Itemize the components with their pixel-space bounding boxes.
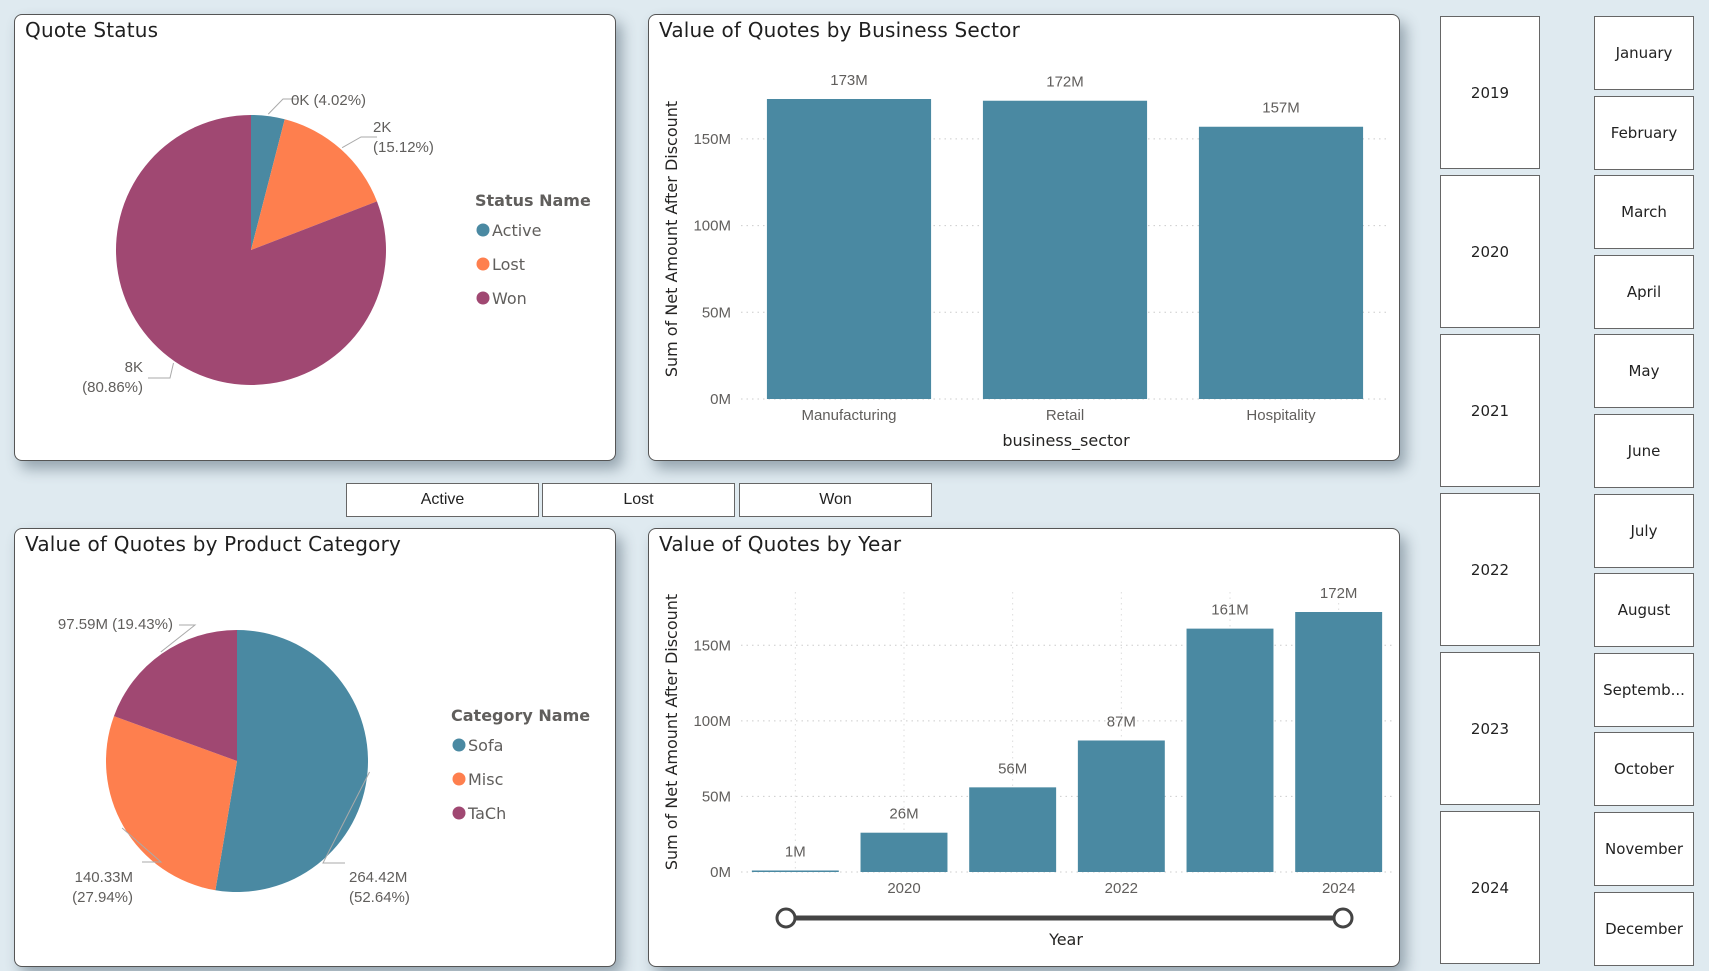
quote-status-card: Quote Status 0K (4.02%) 2K (15.12%) 8K (80.8… xyxy=(14,14,616,461)
y-tick-label: 50M xyxy=(702,304,731,321)
data-label: 1M xyxy=(785,843,806,860)
leader-line-won xyxy=(148,362,174,379)
legend-marker-sofa xyxy=(452,738,466,752)
legend-item-tach: TaCh xyxy=(467,804,506,823)
year-slicer-item-2021[interactable]: 2021 xyxy=(1440,334,1540,487)
y-tick-label: 50M xyxy=(702,788,731,805)
bar-2024 xyxy=(1295,612,1383,872)
x-tick-label: Retail xyxy=(1046,407,1084,424)
legend-item-sofa: Sofa xyxy=(468,736,503,755)
x-axis-title: business_sector xyxy=(1002,431,1130,451)
month-slicer-item-october[interactable]: October xyxy=(1594,732,1694,807)
legend-title: Status Name xyxy=(475,191,591,210)
month-slicer-item-august[interactable]: August xyxy=(1594,573,1694,648)
month-slicer-item-december[interactable]: December xyxy=(1594,891,1694,966)
month-slicer-item-november[interactable]: November xyxy=(1594,812,1694,886)
bar-2020 xyxy=(860,832,948,872)
legend-item-won: Won xyxy=(492,289,527,308)
data-label: 87M xyxy=(1107,713,1136,730)
y-tick-label: 0M xyxy=(710,391,731,408)
bar-2022 xyxy=(1077,740,1165,872)
month-slicer-item-septemb[interactable]: Septemb... xyxy=(1594,652,1694,727)
legend-item-lost: Lost xyxy=(492,255,525,274)
data-label: 172M xyxy=(1046,74,1084,91)
data-label: 157M xyxy=(1262,100,1300,117)
bar-2019 xyxy=(751,870,839,872)
leader-line-lost xyxy=(341,136,377,149)
data-label-lost: 2K (15.12%) xyxy=(373,119,434,156)
y-tick-label: 0M xyxy=(710,864,731,881)
y-axis-title: Sum of Net Amount After Discount xyxy=(662,101,681,377)
legend-marker-won xyxy=(476,291,490,305)
data-label: 26M xyxy=(889,806,918,823)
x-tick-label: 2020 xyxy=(887,880,920,897)
status-button-lost[interactable]: Lost xyxy=(542,483,735,517)
year-slicer-item-2020[interactable]: 2020 xyxy=(1440,175,1540,328)
quotes-by-year-bar-chart: 0M 50M 100M 150M 1M 26M 2020 56M 87M 2022 161M 172M… xyxy=(662,585,1393,949)
bar-2021 xyxy=(969,787,1057,872)
bar-2023 xyxy=(1186,628,1274,872)
data-label-misc: 140.33M (27.94%) xyxy=(72,869,133,906)
product-category-card: Value of Quotes by Product Category 264.… xyxy=(14,528,616,967)
data-label: 173M xyxy=(830,72,868,89)
status-button-active[interactable]: Active xyxy=(346,483,539,517)
year-slicer-item-2023[interactable]: 2023 xyxy=(1440,652,1540,805)
month-slicer-item-april[interactable]: April xyxy=(1594,254,1694,329)
month-slicer-item-may[interactable]: May xyxy=(1594,334,1694,409)
legend-marker-tach xyxy=(452,806,466,820)
legend-item-active: Active xyxy=(492,221,542,240)
year-slicer-item-2024[interactable]: 2024 xyxy=(1440,811,1540,964)
data-label-sofa: 264.42M (52.64%) xyxy=(349,869,410,906)
data-label: 172M xyxy=(1320,585,1358,602)
bar-hospitality xyxy=(1198,126,1364,399)
x-tick-label: Manufacturing xyxy=(801,407,896,424)
legend-title: Category Name xyxy=(451,706,590,725)
y-tick-label: 150M xyxy=(693,131,731,148)
product-category-pie-chart: 264.42M (52.64%) 140.33M (27.94%) 97.59M (19… xyxy=(58,616,590,906)
y-tick-label: 150M xyxy=(693,637,731,654)
business-sector-bar-chart: 0M 50M 100M 150M 173M Manufacturing 172M Retail… xyxy=(662,72,1389,451)
x-axis-title: Year xyxy=(1048,930,1083,949)
y-axis-title: Sum of Net Amount After Discount xyxy=(662,594,681,870)
bar-retail xyxy=(982,100,1148,399)
y-tick-label: 100M xyxy=(693,218,731,235)
legend-marker-lost xyxy=(476,257,490,271)
month-slicer-item-march[interactable]: March xyxy=(1594,175,1694,250)
legend-marker-misc xyxy=(452,772,466,786)
month-slicer-item-january[interactable]: January xyxy=(1594,16,1694,90)
data-label-tach: 97.59M (19.43%) xyxy=(58,616,173,633)
x-tick-label: 2022 xyxy=(1105,880,1138,897)
legend-marker-active xyxy=(476,223,490,237)
data-label-won: 8K (80.86%) xyxy=(82,359,143,396)
x-tick-label: Hospitality xyxy=(1246,407,1316,424)
month-slicer-item-june[interactable]: June xyxy=(1594,414,1694,488)
pie-slice-sofa xyxy=(215,630,369,892)
business-sector-card: Value of Quotes by Business Sector 0M 50M… xyxy=(648,14,1400,461)
data-label-active: 0K (4.02%) xyxy=(291,92,366,109)
data-label: 161M xyxy=(1211,602,1249,619)
year-range-slider-min-handle[interactable] xyxy=(775,907,797,929)
year-slicer-item-2022[interactable]: 2022 xyxy=(1440,493,1540,646)
data-label: 56M xyxy=(998,760,1027,777)
status-button-won[interactable]: Won xyxy=(739,483,932,517)
legend-item-misc: Misc xyxy=(468,770,503,789)
quote-status-pie-chart: 0K (4.02%) 2K (15.12%) 8K (80.86%) Status Nam… xyxy=(82,92,591,396)
bar-manufacturing xyxy=(766,99,932,399)
year-slicer-item-2019[interactable]: 2019 xyxy=(1440,16,1540,169)
month-slicer-item-february[interactable]: February xyxy=(1594,95,1694,170)
y-tick-label: 100M xyxy=(693,713,731,730)
quotes-by-year-card: Value of Quotes by Year 0M 50M 100M 150M 1M 2… xyxy=(648,528,1400,967)
x-tick-label: 2024 xyxy=(1322,880,1355,897)
month-slicer-item-july[interactable]: July xyxy=(1594,493,1694,568)
year-range-slider-max-handle[interactable] xyxy=(1332,907,1354,929)
